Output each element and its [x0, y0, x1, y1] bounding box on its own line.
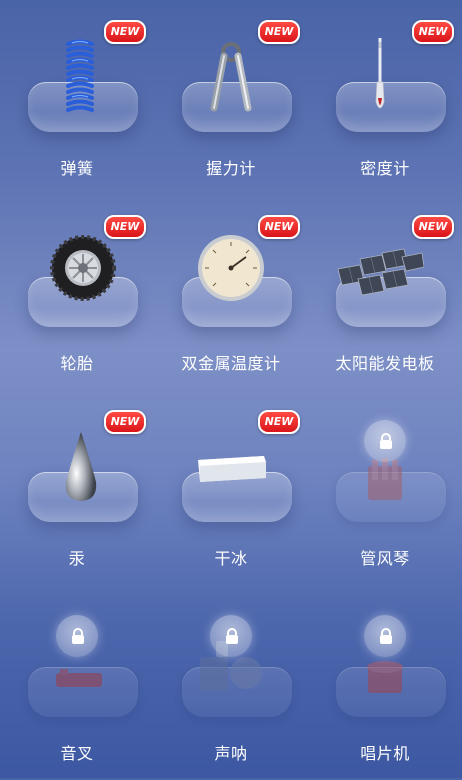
item-card-bimetal-thermometer[interactable]: NEW 双金属温度计 [154, 195, 308, 390]
new-badge: NEW [412, 215, 454, 239]
item-card-tuning-fork[interactable]: 音叉 [0, 585, 154, 780]
mercury-drop-icon [65, 432, 97, 501]
item-label: 握力计 [206, 159, 256, 178]
item-label: 干冰 [214, 549, 248, 568]
new-badge: NEW [412, 20, 454, 44]
new-badge: NEW [258, 215, 300, 239]
item-card-record-player[interactable]: 唱片机 [308, 585, 462, 780]
item-card-solar-panel[interactable]: NEW 太阳能发电板 [308, 195, 462, 390]
item-label: 弹簧 [60, 159, 94, 178]
lock-icon [380, 628, 392, 644]
item-label: 唱片机 [360, 744, 410, 763]
item-card-pipe-organ[interactable]: 管风琴 [308, 390, 462, 585]
item-label: 轮胎 [60, 354, 94, 373]
hydrometer-icon [375, 38, 385, 109]
new-badge: NEW [258, 410, 300, 434]
item-label: 双金属温度计 [181, 354, 281, 373]
item-card-hydrometer[interactable]: NEW 密度计 [308, 0, 462, 195]
item-grid: NEW 弹簧 NEW 握力计 NEW 密度计 NEW 轮胎 NEW 双金属温度计… [0, 0, 462, 778]
item-card-dry-ice[interactable]: NEW 干冰 [154, 390, 308, 585]
item-card-sonar[interactable]: 声呐 [154, 585, 308, 780]
pedestal [336, 82, 446, 132]
new-badge: NEW [258, 20, 300, 44]
item-card-tire[interactable]: NEW 轮胎 [0, 195, 154, 390]
item-card-mercury[interactable]: NEW 汞 [0, 390, 154, 585]
item-label: 音叉 [60, 744, 94, 763]
spring-icon [66, 39, 94, 112]
bimetal-thermometer-icon [198, 235, 264, 301]
pipe-organ-silhouette [368, 458, 402, 500]
tire-icon [50, 235, 116, 301]
item-label: 管风琴 [360, 549, 410, 568]
item-card-spring[interactable]: NEW 弹簧 [0, 0, 154, 195]
tuning-fork-silhouette [56, 669, 102, 687]
new-badge: NEW [104, 410, 146, 434]
item-label: 汞 [68, 549, 86, 568]
lock-icon [380, 433, 392, 449]
lock-icon [226, 628, 238, 644]
hand-grip-icon [210, 42, 252, 112]
dry-ice-icon [198, 456, 266, 482]
lock-icon [72, 628, 84, 644]
new-badge: NEW [104, 215, 146, 239]
item-card-hand-grip[interactable]: NEW 握力计 [154, 0, 308, 195]
solar-panel-icon [337, 248, 424, 296]
new-badge: NEW [104, 20, 146, 44]
item-label: 太阳能发电板 [335, 354, 435, 373]
item-label: 密度计 [360, 159, 410, 178]
item-label: 声呐 [214, 744, 248, 763]
